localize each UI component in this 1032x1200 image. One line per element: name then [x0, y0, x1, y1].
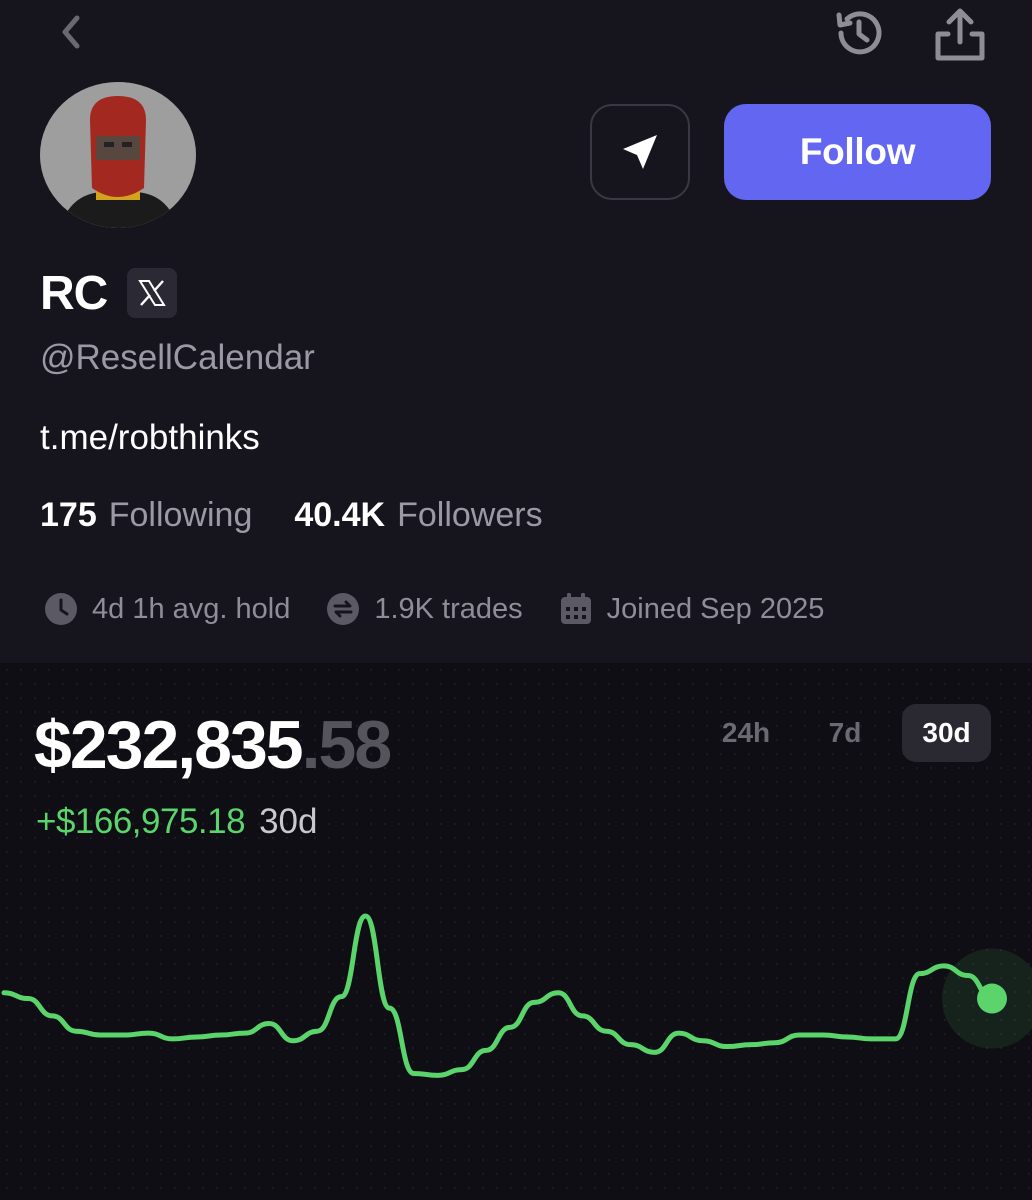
history-button[interactable]: [830, 4, 888, 62]
joined-item: Joined Sep 2025: [559, 592, 825, 626]
range-7d-tab[interactable]: 7d: [812, 704, 878, 762]
range-30d-tab[interactable]: 30d: [902, 704, 991, 762]
balance-cents: .58: [301, 707, 393, 783]
send-message-button[interactable]: [590, 104, 690, 200]
range-24h-tab[interactable]: 24h: [706, 704, 786, 762]
followers-label[interactable]: Followers: [397, 496, 542, 535]
joined-text: Joined Sep 2025: [606, 592, 825, 625]
trades-item: 1.9K trades: [326, 592, 523, 626]
avatar[interactable]: [40, 82, 196, 228]
x-logo-icon: [138, 280, 166, 306]
history-icon: [836, 11, 882, 55]
portfolio-line: [1, 913, 995, 1078]
follow-stats: 175 Following 40.4K Followers: [40, 496, 585, 535]
profile-name: RC: [40, 267, 108, 320]
change-period: 30d: [259, 802, 318, 841]
avg-hold-item: 4d 1h avg. hold: [44, 592, 290, 626]
avatar-image: [40, 82, 196, 228]
clock-icon: [44, 592, 78, 626]
following-label[interactable]: Following: [109, 496, 253, 535]
profile-handle: @ResellCalendar: [40, 338, 315, 377]
x-badge[interactable]: [127, 268, 177, 318]
following-count[interactable]: 175: [40, 496, 97, 535]
current-point: [977, 983, 1007, 1014]
share-icon: [935, 8, 985, 61]
avg-hold-text: 4d 1h avg. hold: [92, 592, 291, 625]
calendar-icon: [559, 592, 593, 626]
trades-text: 1.9K trades: [374, 592, 523, 625]
follow-button[interactable]: Follow: [724, 104, 991, 200]
followers-count[interactable]: 40.4K: [294, 496, 385, 535]
portfolio-change: +$166,975.18 30d: [36, 802, 317, 842]
bio-link[interactable]: t.me/robthinks: [40, 418, 260, 458]
swap-icon: [326, 592, 360, 626]
change-amount: +$166,975.18: [36, 802, 246, 841]
portfolio-balance: $232,835.58: [34, 706, 393, 784]
paper-plane-icon: [623, 135, 657, 169]
share-button[interactable]: [928, 2, 992, 66]
profile-meta: 4d 1h avg. hold 1.9K trades Joined Sep 2…: [44, 592, 860, 626]
chevron-left-icon: [62, 15, 80, 49]
back-button[interactable]: [48, 10, 92, 54]
portfolio-chart[interactable]: [0, 880, 1032, 1140]
balance-main: $232,835: [34, 707, 304, 783]
